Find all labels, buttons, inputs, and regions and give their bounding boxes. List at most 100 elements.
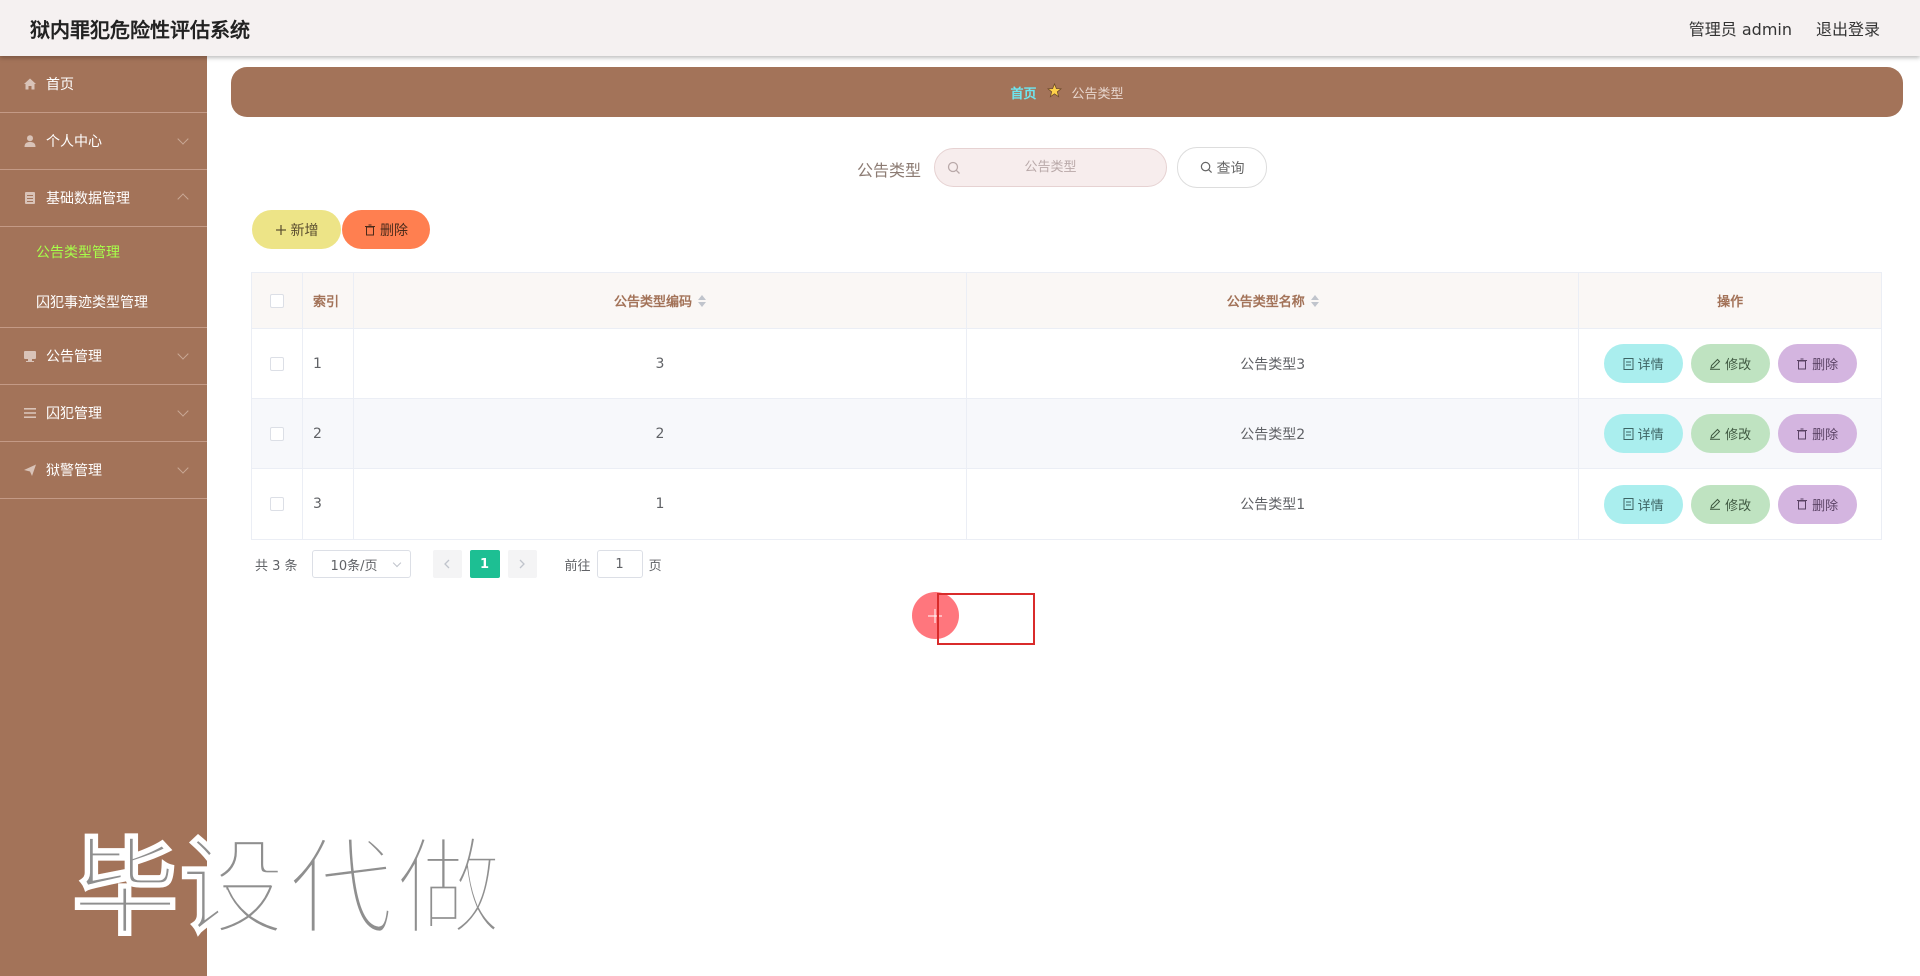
- logout-link[interactable]: 退出登录: [1816, 16, 1880, 40]
- highlight-box: [937, 593, 1035, 645]
- add-button[interactable]: 新增: [252, 210, 341, 249]
- edit-label: 修改: [1725, 498, 1752, 514]
- submenu-base-data: 公告类型管理 囚犯事迹类型管理: [0, 227, 207, 328]
- cell-name: 公告类型3: [967, 329, 1580, 398]
- row-checkbox[interactable]: [269, 497, 284, 511]
- sidebar-item-profile[interactable]: 个人中心: [0, 113, 207, 170]
- delete-button[interactable]: 删除: [1777, 484, 1857, 524]
- search-icon: [947, 160, 961, 174]
- search-button-label: 查询: [1216, 160, 1245, 177]
- cell-index: 2: [303, 399, 354, 468]
- col-name-label: 公告类型名称: [1226, 295, 1305, 310]
- chevron-down-icon: [177, 462, 189, 474]
- detail-button[interactable]: 详情: [1603, 414, 1683, 453]
- plus-icon: [275, 224, 286, 235]
- current-user: 管理员 admin: [1688, 20, 1792, 39]
- sidebar-item-label: 公告管理: [46, 349, 102, 365]
- cell-actions: 详情 修改 删除: [1579, 469, 1881, 539]
- cell-code: 2: [354, 399, 968, 468]
- home-icon: [22, 76, 38, 92]
- goto-page-input[interactable]: [596, 550, 643, 578]
- chevron-up-icon: [177, 193, 189, 205]
- page-size-select[interactable]: 10条/页: [311, 550, 411, 578]
- sidebar-item-label: 首页: [46, 77, 74, 93]
- edit-label: 修改: [1725, 428, 1752, 443]
- row-checkbox[interactable]: [269, 356, 284, 371]
- app-title: 狱内罪犯危险性评估系统: [30, 18, 250, 42]
- detail-label: 详情: [1637, 358, 1664, 373]
- col-code[interactable]: 公告类型编码: [354, 273, 968, 328]
- sort-icon[interactable]: [1310, 294, 1319, 307]
- list-icon: [22, 405, 38, 421]
- document-icon: [22, 190, 38, 206]
- trash-icon: [365, 224, 375, 235]
- search-input[interactable]: [935, 149, 1166, 186]
- edit-button[interactable]: 修改: [1690, 344, 1770, 383]
- pencil-icon: [1710, 498, 1721, 510]
- search-button[interactable]: 查询: [1177, 147, 1267, 188]
- table-row: 3 1 公告类型1 详情 修改 删除: [252, 469, 1881, 539]
- watermark: 毕设代做: [71, 826, 504, 951]
- chevron-down-icon: [177, 405, 189, 417]
- sidebar-item-notice-type[interactable]: 公告类型管理: [0, 227, 207, 277]
- monitor-icon: [22, 348, 38, 364]
- detail-button[interactable]: 详情: [1603, 484, 1683, 524]
- sidebar-item-guard[interactable]: 狱警管理: [0, 442, 207, 499]
- search-label: 公告类型: [857, 161, 922, 180]
- trash-icon: [1797, 358, 1808, 369]
- pagination-total: 共 3 条: [255, 558, 298, 574]
- row-check-cell: [252, 399, 303, 468]
- col-name[interactable]: 公告类型名称: [967, 273, 1580, 328]
- trash-icon: [1797, 498, 1808, 510]
- bulk-delete-button[interactable]: 删除: [342, 210, 430, 249]
- edit-button[interactable]: 修改: [1690, 414, 1770, 453]
- user-icon: [22, 133, 38, 149]
- sort-icon[interactable]: [698, 294, 707, 307]
- detail-button[interactable]: 详情: [1603, 344, 1683, 383]
- row-check-cell: [252, 469, 303, 539]
- pencil-icon: [1710, 428, 1721, 440]
- chevron-left-icon: [444, 559, 450, 569]
- cell-index: 1: [303, 329, 354, 398]
- table-row: 2 2 公告类型2 详情 修改 删除: [252, 399, 1881, 469]
- cell-actions: 详情 修改 删除: [1579, 329, 1881, 398]
- chevron-down-icon: [177, 348, 189, 360]
- table-header: 索引 公告类型编码 公告类型名称 操作: [252, 273, 1881, 329]
- sidebar-item-label: 基础数据管理: [46, 191, 130, 207]
- cell-name: 公告类型2: [967, 399, 1580, 468]
- cell-index: 3: [303, 469, 354, 539]
- breadcrumb-current: 公告类型: [1071, 86, 1124, 102]
- col-index: 索引: [303, 273, 354, 328]
- pencil-icon: [1710, 358, 1721, 370]
- notice-type-table: 索引 公告类型编码 公告类型名称 操作 1 3 公告类型3 详情 修改 删除 2…: [251, 272, 1882, 540]
- breadcrumb-home[interactable]: 首页: [1010, 83, 1036, 102]
- delete-button[interactable]: 删除: [1777, 414, 1857, 453]
- page-jumper: 前往 页: [565, 550, 662, 578]
- edit-button[interactable]: 修改: [1690, 484, 1770, 524]
- pagination: 共 3 条 10条/页 1 前往 页: [255, 550, 662, 578]
- breadcrumb: 首页 公告类型: [231, 67, 1903, 117]
- delete-label: 删除: [1812, 358, 1839, 373]
- document-icon: [1623, 357, 1634, 370]
- sidebar-item-base-data[interactable]: 基础数据管理: [0, 170, 207, 227]
- add-button-label: 新增: [290, 222, 319, 239]
- send-icon: [22, 462, 38, 478]
- prev-page-button[interactable]: [432, 550, 462, 578]
- document-icon: [1623, 427, 1634, 440]
- search-icon: [1200, 161, 1212, 174]
- sidebar-item-home[interactable]: 首页: [0, 56, 207, 113]
- sidebar-item-label: 个人中心: [46, 134, 102, 150]
- cell-code: 3: [354, 329, 968, 398]
- row-checkbox[interactable]: [269, 426, 284, 441]
- sidebar-item-deed-type[interactable]: 囚犯事迹类型管理: [0, 277, 207, 327]
- select-all-checkbox[interactable]: [269, 293, 284, 308]
- sidebar-item-prisoner[interactable]: 囚犯管理: [0, 385, 207, 442]
- delete-button[interactable]: 删除: [1777, 344, 1857, 383]
- next-page-button[interactable]: [507, 550, 537, 578]
- star-icon: [1046, 82, 1062, 102]
- chevron-down-icon: [177, 133, 189, 145]
- cell-actions: 详情 修改 删除: [1579, 399, 1881, 468]
- cell-code: 1: [354, 469, 968, 539]
- page-number-current[interactable]: 1: [469, 550, 500, 578]
- sidebar-item-notice[interactable]: 公告管理: [0, 328, 207, 385]
